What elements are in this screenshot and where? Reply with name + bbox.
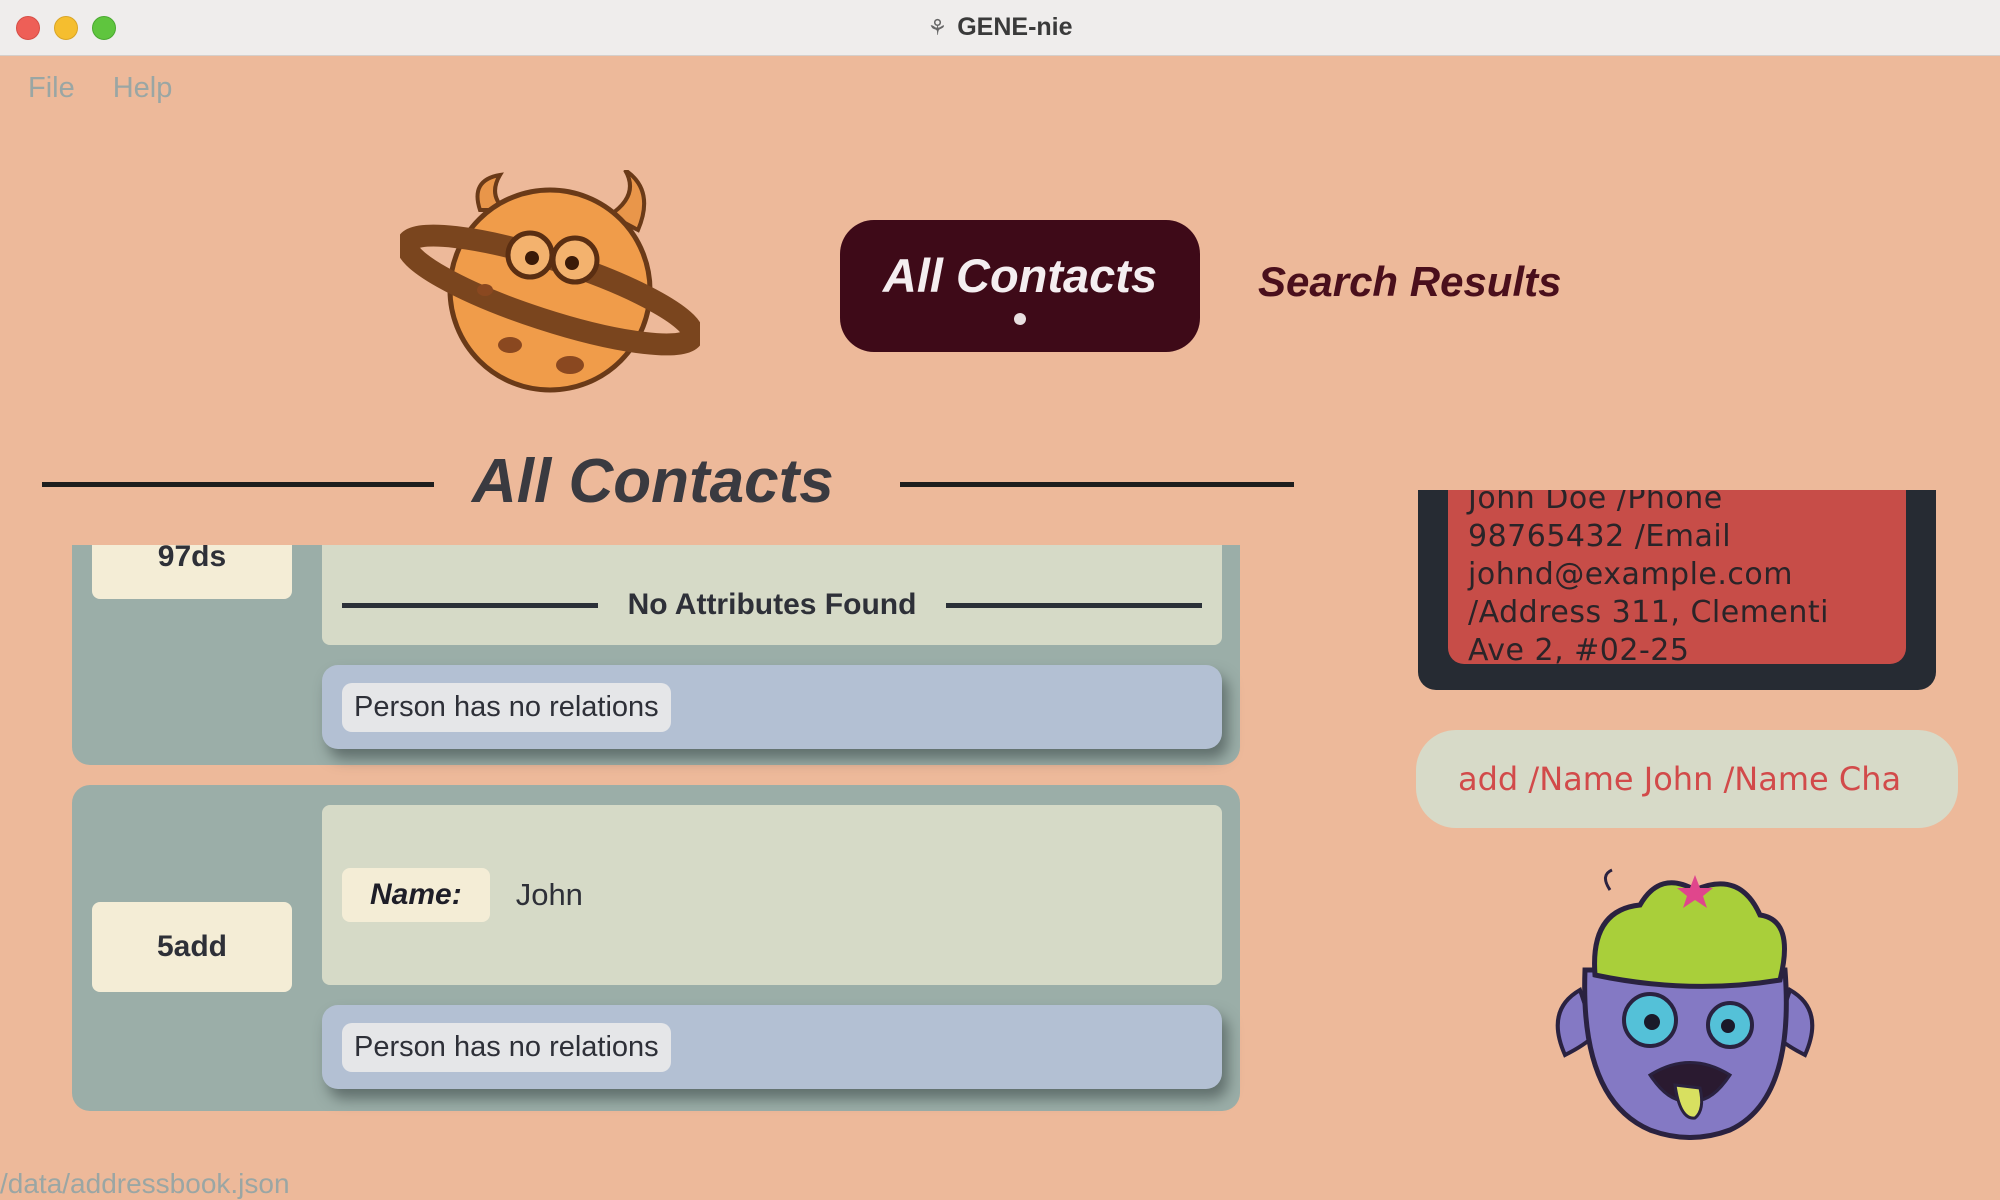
result-line: Ave 2, #02-25 — [1468, 633, 1690, 668]
contact-index-badge: 97ds — [92, 545, 292, 599]
result-display-text: John Doe /Phone 98765432 /Email johnd@ex… — [1448, 490, 1906, 668]
contact-card[interactable]: 97ds No Attributes Found Person has no r… — [72, 545, 1240, 765]
window-title-text: GENE-nie — [957, 13, 1073, 41]
active-tab-indicator — [1014, 312, 1026, 325]
result-line: johnd@example.com — [1468, 557, 1793, 592]
planet-cookie-monster-icon — [400, 170, 700, 393]
window-title: ⚘ GENE-nie — [927, 13, 1072, 42]
result-line: /Address 311, Clementi — [1468, 595, 1829, 630]
contact-list[interactable]: 97ds No Attributes Found Person has no r… — [60, 545, 1260, 1145]
command-input-text: add /Name John /Name Cha — [1458, 760, 1902, 798]
status-bar-path: /data/addressbook.json — [0, 1168, 290, 1199]
command-input[interactable]: add /Name John /Name Cha — [1416, 730, 1958, 828]
attributes-panel: No Attributes Found — [322, 545, 1222, 645]
relations-panel: Person has no relations — [322, 665, 1222, 749]
menu-help[interactable]: Help — [113, 72, 173, 105]
divider — [946, 602, 1202, 608]
no-attributes-label: No Attributes Found — [627, 588, 917, 621]
result-line: 98765432 /Email — [1468, 519, 1732, 554]
relations-label: Person has no relations — [342, 682, 671, 732]
maximize-window-button[interactable] — [92, 16, 116, 40]
menu-file[interactable]: File — [28, 72, 75, 105]
tab-all-contacts-label: All Contacts — [882, 248, 1158, 302]
genie-lamp-icon: ⚘ — [927, 14, 948, 40]
window-controls — [16, 16, 116, 40]
result-line: John Doe /Phone — [1468, 490, 1723, 516]
no-attributes-row: No Attributes Found — [342, 565, 1202, 645]
relations-label: Person has no relations — [342, 1022, 671, 1072]
divider — [342, 602, 598, 608]
contact-index-badge: 5add — [92, 902, 292, 992]
minimize-window-button[interactable] — [54, 16, 78, 40]
section-divider-right — [900, 482, 1294, 487]
contact-card[interactable]: 5add Name: John Person has no relations — [72, 785, 1240, 1111]
section-divider-left — [42, 482, 434, 487]
attributes-panel: Name: John — [322, 805, 1222, 985]
name-attribute-key: Name: — [342, 868, 490, 922]
zombie-404-icon — [1555, 868, 1815, 1140]
relations-panel: Person has no relations — [322, 1005, 1222, 1089]
window-titlebar: ⚘ GENE-nie — [0, 0, 2000, 56]
result-display[interactable]: John Doe /Phone 98765432 /Email johnd@ex… — [1418, 490, 1936, 690]
section-title: All Contacts — [472, 447, 834, 516]
name-attribute-value: John — [515, 877, 583, 912]
close-window-button[interactable] — [16, 16, 40, 40]
name-attribute-row: Name: John — [342, 805, 583, 985]
tab-all-contacts[interactable]: All Contacts — [840, 220, 1200, 352]
tab-search-results[interactable]: Search Results — [1258, 258, 1561, 306]
menu-bar: File Help — [0, 56, 172, 120]
